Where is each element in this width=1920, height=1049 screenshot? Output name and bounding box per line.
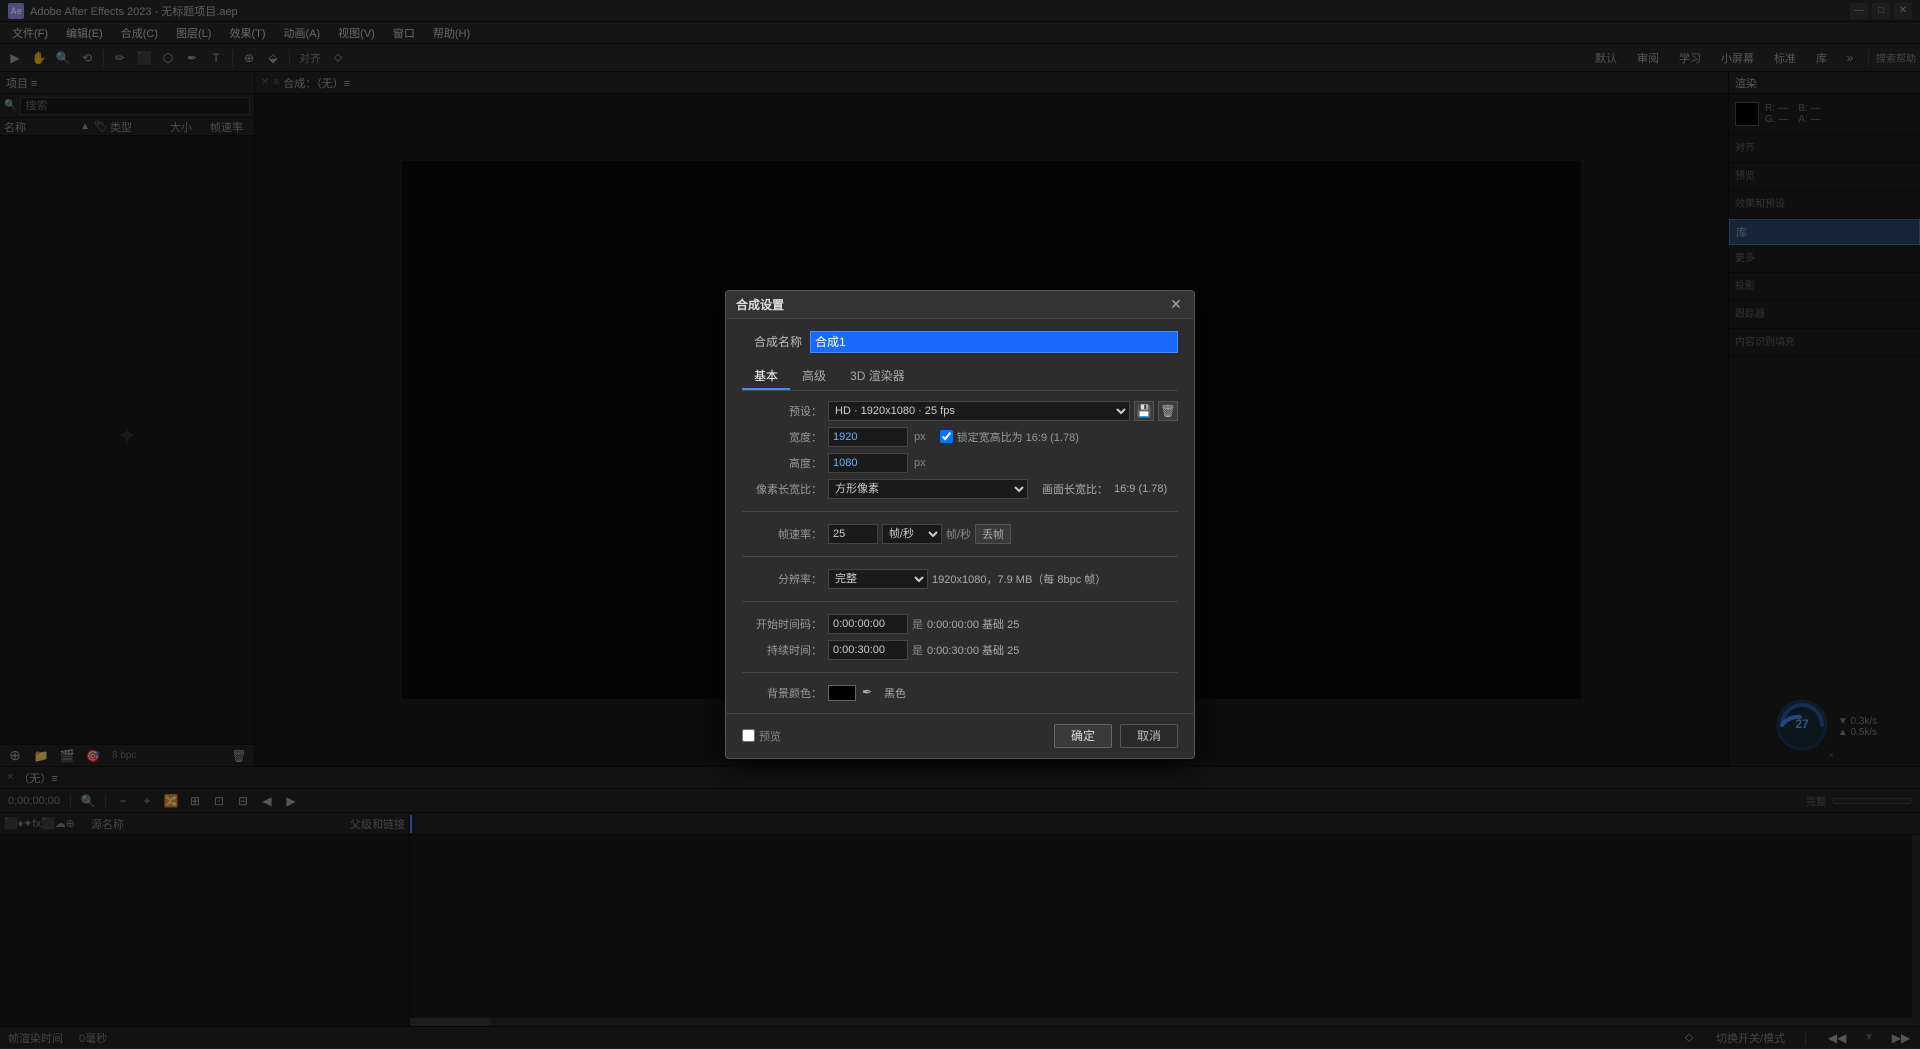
bg-color-swatch[interactable] <box>828 685 856 701</box>
cancel-button[interactable]: 取消 <box>1120 724 1178 748</box>
frame-ar-value: 16:9 (1.78) <box>1114 483 1167 495</box>
preset-label: 预设： <box>742 403 822 419</box>
preset-save-button[interactable]: 💾 <box>1134 401 1154 421</box>
tab-advanced[interactable]: 高级 <box>790 363 838 390</box>
start-time-row: 开始时间码： 是 0:00:00:00 基础 25 <box>742 614 1178 634</box>
width-label: 宽度： <box>742 429 822 445</box>
height-row: 高度： px <box>742 453 1178 473</box>
duration-equals-label: 是 <box>912 642 923 658</box>
bg-color-control: ✒ 黑色 <box>828 685 906 701</box>
preset-select[interactable]: HD · 1920x1080 · 25 fps <box>828 401 1130 421</box>
duration-row: 持续时间： 是 0:00:30:00 基础 25 <box>742 640 1178 660</box>
width-unit: px <box>914 431 926 443</box>
dialog-close-button[interactable]: ✕ <box>1168 296 1184 312</box>
dialog-body: 合成名称 基本 高级 3D 渲染器 预设： HD · 1920x1080 · 2… <box>726 319 1194 713</box>
eyedropper-icon[interactable]: ✒ <box>862 685 878 701</box>
duration-control: 是 0:00:30:00 基础 25 <box>828 640 1019 660</box>
tab-3d-renderer[interactable]: 3D 渲染器 <box>838 363 917 390</box>
dialog-title: 合成设置 <box>736 296 784 313</box>
form-divider-1 <box>742 511 1178 512</box>
duration-label: 持续时间： <box>742 642 822 658</box>
comp-name-field[interactable] <box>810 331 1178 353</box>
frame-ar-label: 画面长宽比： <box>1042 481 1108 497</box>
form-divider-4 <box>742 672 1178 673</box>
dropframe-button[interactable]: 丢帧 <box>975 524 1011 544</box>
fps-unit: 帧/秒 <box>946 526 971 542</box>
start-time-equals-label: 是 <box>912 616 923 632</box>
height-unit: px <box>914 457 926 469</box>
preview-checkbox-row: 预览 <box>742 724 781 748</box>
modal-overlay: 合成设置 ✕ 合成名称 基本 高级 3D 渲染器 预设： <box>0 0 1920 1048</box>
bg-color-name: 黑色 <box>884 685 906 701</box>
comp-name-label: 合成名称 <box>742 333 802 350</box>
resolution-control: 完整 1920x1080，7.9 MB（每 8bpc 帧） <box>828 569 1106 589</box>
preset-row: 预设： HD · 1920x1080 · 25 fps 💾 🗑 <box>742 401 1178 421</box>
dialog-tabs: 基本 高级 3D 渲染器 <box>742 363 1178 391</box>
lock-ratio-row: 锁定宽高比为 16:9 (1.78) <box>940 429 1079 445</box>
preset-delete-button[interactable]: 🗑 <box>1158 401 1178 421</box>
lock-ratio-checkbox[interactable] <box>940 430 953 443</box>
height-label: 高度： <box>742 455 822 471</box>
form-divider-3 <box>742 601 1178 602</box>
start-time-control: 是 0:00:00:00 基础 25 <box>828 614 1019 634</box>
start-time-base: 0:00:00:00 基础 25 <box>927 616 1019 632</box>
fps-row: 帧速率： 帧/秒 帧/秒 丢帧 <box>742 524 1178 544</box>
height-input[interactable] <box>828 453 908 473</box>
dialog-title-bar: 合成设置 ✕ <box>726 291 1194 319</box>
width-row: 宽度： px 锁定宽高比为 16:9 (1.78) <box>742 427 1178 447</box>
resolution-row: 分辨率： 完整 1920x1080，7.9 MB（每 8bpc 帧） <box>742 569 1178 589</box>
pixel-ar-select[interactable]: 方形像素 <box>828 479 1028 499</box>
fps-dropdown[interactable]: 帧/秒 <box>882 524 942 544</box>
width-input[interactable] <box>828 427 908 447</box>
ok-button[interactable]: 确定 <box>1054 724 1112 748</box>
dialog-footer: 预览 确定 取消 <box>726 713 1194 758</box>
resolution-label: 分辨率： <box>742 571 822 587</box>
resolution-info: 1920x1080，7.9 MB（每 8bpc 帧） <box>932 571 1106 587</box>
tab-basic[interactable]: 基本 <box>742 363 790 390</box>
comp-name-row: 合成名称 <box>742 331 1178 353</box>
duration-base: 0:00:30:00 基础 25 <box>927 642 1019 658</box>
duration-input[interactable] <box>828 640 908 660</box>
fps-input[interactable] <box>828 524 878 544</box>
composition-settings-dialog: 合成设置 ✕ 合成名称 基本 高级 3D 渲染器 预设： <box>725 290 1195 759</box>
bg-color-row: 背景颜色： ✒ 黑色 <box>742 685 1178 701</box>
preview-label: 预览 <box>759 728 781 744</box>
pixel-ar-label: 像素长宽比： <box>742 481 822 497</box>
bg-color-label: 背景颜色： <box>742 685 822 701</box>
resolution-select[interactable]: 完整 <box>828 569 928 589</box>
form-divider-2 <box>742 556 1178 557</box>
lock-ratio-label: 锁定宽高比为 16:9 (1.78) <box>957 429 1079 445</box>
pixel-ar-row: 像素长宽比： 方形像素 画面长宽比： 16:9 (1.78) <box>742 479 1178 499</box>
preset-control: HD · 1920x1080 · 25 fps 💾 🗑 <box>828 401 1178 421</box>
preview-checkbox[interactable] <box>742 729 755 742</box>
start-time-input[interactable] <box>828 614 908 634</box>
fps-control: 帧/秒 帧/秒 丢帧 <box>828 524 1011 544</box>
basic-tab-content: 预设： HD · 1920x1080 · 25 fps 💾 🗑 宽度： px <box>742 401 1178 701</box>
fps-label: 帧速率： <box>742 526 822 542</box>
footer-spacer <box>789 724 1046 748</box>
start-time-label: 开始时间码： <box>742 616 822 632</box>
